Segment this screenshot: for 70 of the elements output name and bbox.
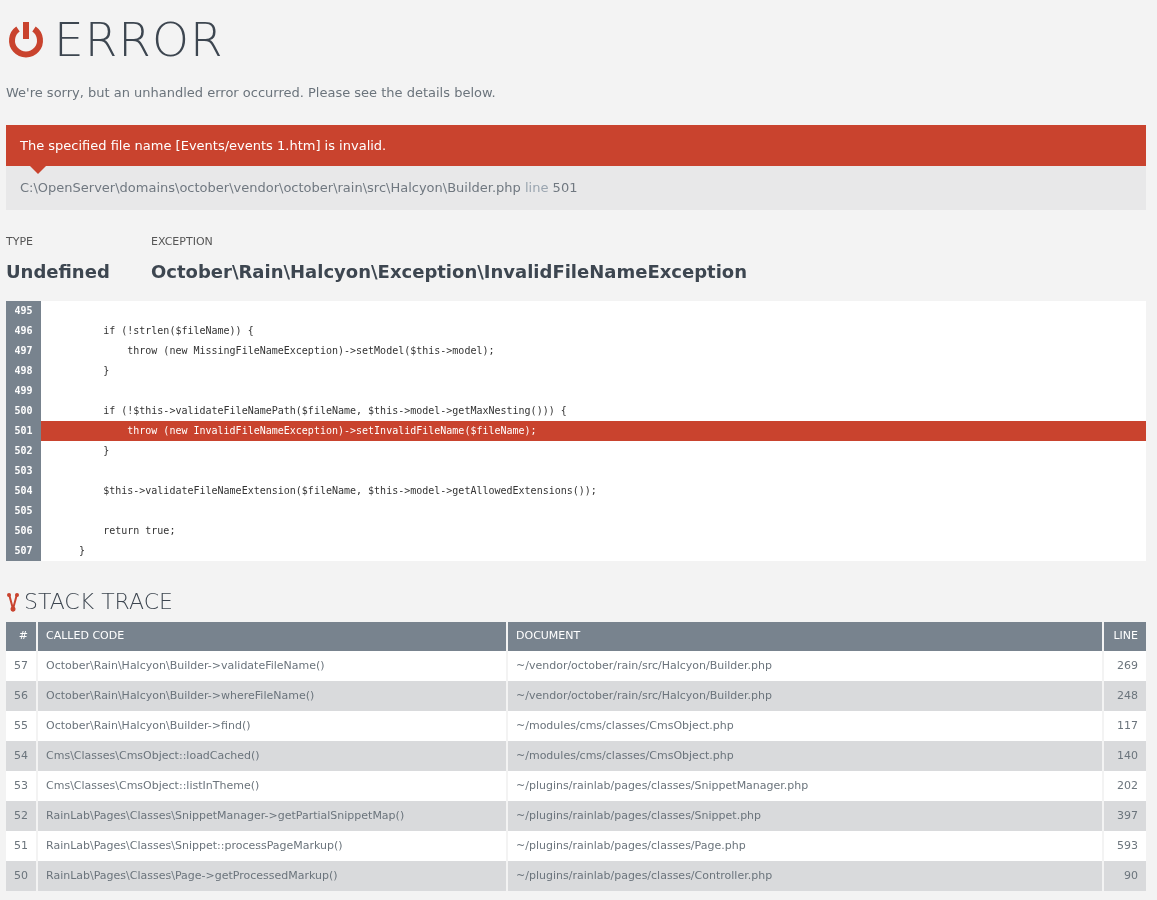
table-cell: RainLab\Pages\Classes\Page->getProcessedMarkup() — [38, 861, 508, 891]
table-cell: ~/vendor/october/rain/src/Halcyon/Builder.php — [508, 651, 1104, 681]
code-line: } — [78, 544, 87, 558]
line-number: 497 — [6, 341, 41, 361]
table-cell: 54 — [6, 741, 38, 771]
table-cell: 53 — [6, 771, 38, 801]
line-number: 507 — [6, 541, 41, 561]
table-cell: 90 — [1104, 861, 1146, 891]
table-cell: ~/vendor/october/rain/src/Halcyon/Builder.php — [508, 681, 1104, 711]
table-cell: 52 — [6, 801, 38, 831]
line-number: 495 — [6, 301, 41, 321]
table-cell: RainLab\Pages\Classes\SnippetManager->getPartialSnippetMap() — [38, 801, 508, 831]
line-number: 506 — [6, 521, 41, 541]
table-cell: 593 — [1104, 831, 1146, 861]
code-line: if (!strlen($fileName)) { — [102, 324, 255, 338]
intro-text: We're sorry, but an unhandled error occurred. Please see the details below. — [6, 84, 497, 102]
column-header: LINE — [1104, 622, 1146, 651]
detail-label: EXCEPTION — [151, 233, 214, 250]
table-cell: 248 — [1104, 681, 1146, 711]
table-cell: 51 — [6, 831, 38, 861]
table-cell: 140 — [1104, 741, 1146, 771]
line-number: 504 — [6, 481, 41, 501]
table-cell: 269 — [1104, 651, 1146, 681]
power-icon — [6, 19, 46, 60]
line-number: 496 — [6, 321, 41, 341]
detail-label: TYPE — [6, 233, 35, 250]
line-number: 502 — [6, 441, 41, 461]
table-cell: 56 — [6, 681, 38, 711]
line-number: 501 — [6, 421, 41, 441]
table-cell: 397 — [1104, 801, 1146, 831]
line-number: 500 — [6, 401, 41, 421]
table-cell: October\Rain\Halcyon\Builder->whereFileName() — [38, 681, 508, 711]
code-line: throw (new MissingFileNameException)->setModel($this->model); — [126, 344, 496, 358]
column-header: DOCUMENT — [508, 622, 1104, 651]
table-cell: October\Rain\Halcyon\Builder->validateFileName() — [38, 651, 508, 681]
branch-icon — [6, 591, 20, 612]
table-cell: ~/plugins/rainlab/pages/classes/Snippet.php — [508, 801, 1104, 831]
code-line: return true; — [102, 524, 177, 538]
table-cell: October\Rain\Halcyon\Builder->find() — [38, 711, 508, 741]
table-cell: ~/plugins/rainlab/pages/classes/SnippetManager.php — [508, 771, 1104, 801]
section-title: STACK TRACE — [24, 588, 173, 616]
error-message: The specified file name [Events/events 1.htm] is invalid. — [20, 137, 387, 153]
detail-value: Undefined — [6, 260, 111, 284]
code-line: } — [102, 444, 111, 458]
table-cell: ~/plugins/rainlab/pages/classes/Page.php — [508, 831, 1104, 861]
column-header: # — [6, 622, 38, 651]
table-cell: 50 — [6, 861, 38, 891]
file-path: C:\OpenServer\domains\october\vendor\october\rain\src\Halcyon\Builder.php — [20, 180, 521, 195]
code-line: $this->validateFileNameExtension($fileName, $this->model->getAllowedExtensions()); — [102, 484, 598, 498]
line-number: 503 — [6, 461, 41, 481]
table-cell: ~/plugins/rainlab/pages/classes/Controller.php — [508, 861, 1104, 891]
page-title: ERROR — [54, 16, 224, 63]
table-cell: RainLab\Pages\Classes\Snippet::processPageMarkup() — [38, 831, 508, 861]
table-cell: ~/modules/cms/classes/CmsObject.php — [508, 741, 1104, 771]
detail-value: October\Rain\Halcyon\Exception\InvalidFileNameException — [151, 260, 748, 284]
code-line: if (!$this->validateFileNamePath($fileName, $this->model->getMaxNesting())) { — [102, 404, 568, 418]
table-cell: Cms\Classes\CmsObject::loadCached() — [38, 741, 508, 771]
line-number: 501 — [552, 180, 578, 195]
table-cell: ~/modules/cms/classes/CmsObject.php — [508, 711, 1104, 741]
table-cell: 117 — [1104, 711, 1146, 741]
code-line: } — [102, 364, 111, 378]
line-number: 498 — [6, 361, 41, 381]
line-number: 499 — [6, 381, 41, 401]
table-cell: Cms\Classes\CmsObject::listInTheme() — [38, 771, 508, 801]
line-label: line — [525, 180, 549, 195]
table-cell: 57 — [6, 651, 38, 681]
table-cell: 55 — [6, 711, 38, 741]
table-cell: 202 — [1104, 771, 1146, 801]
line-number: 505 — [6, 501, 41, 521]
column-header: CALLED CODE — [38, 622, 508, 651]
